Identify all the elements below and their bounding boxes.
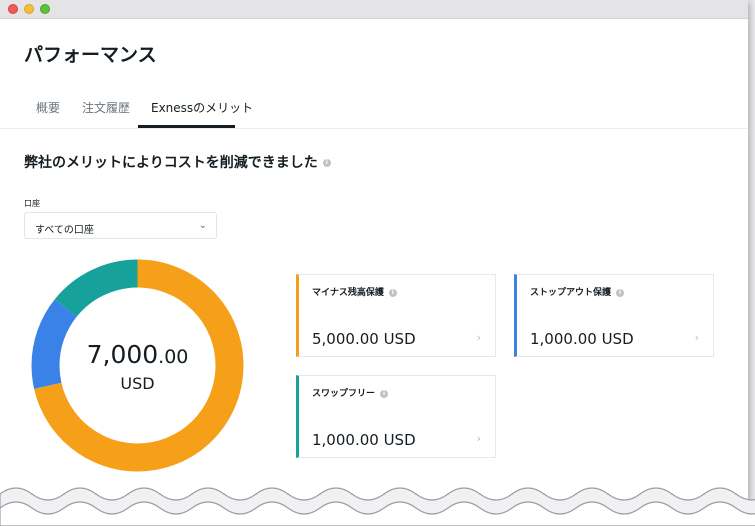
total-amount-cents: .00 — [158, 346, 189, 368]
tab-bar: 概要 注文履歴 Exnessのメリット — [0, 92, 748, 129]
card-title: ストップアウト保護 i — [530, 285, 625, 298]
close-window-button[interactable] — [8, 4, 18, 14]
app-window: パフォーマンス 概要 注文履歴 Exnessのメリット 弊社のメリットによりコス… — [0, 0, 748, 526]
torn-edge-decoration — [0, 487, 755, 526]
tab-order-history[interactable]: 注文履歴 — [82, 99, 130, 116]
account-select-label: 口座 — [24, 199, 40, 208]
info-icon[interactable]: i — [388, 288, 397, 297]
chevron-right-icon: › — [694, 331, 699, 344]
card-value: 1,000.00 USD — [312, 431, 416, 449]
total-savings-currency: USD — [120, 374, 155, 393]
window-titlebar — [0, 0, 748, 19]
card-title-text: ストップアウト保護 — [530, 288, 612, 298]
card-value: 5,000.00 USD — [312, 330, 416, 348]
card-title-text: マイナス残高保護 — [312, 288, 384, 298]
card-title: マイナス残高保護 i — [312, 285, 397, 298]
total-savings-amount: 7,000.00 — [30, 340, 245, 369]
info-icon[interactable]: i — [322, 159, 331, 167]
card-title-text: スワップフリー — [312, 389, 376, 399]
card-title: スワップフリー i — [312, 386, 389, 399]
section-heading: 弊社のメリットによりコストを削減できました i — [24, 152, 331, 172]
chevron-down-icon: ⌄ — [198, 220, 207, 231]
card-stop-out-protection[interactable]: ストップアウト保護 i 1,000.00 USD › — [514, 274, 714, 357]
tab-overview[interactable]: 概要 — [36, 99, 60, 116]
total-amount-whole: 7,000 — [86, 340, 159, 369]
section-heading-text: 弊社のメリットによりコストを削減できました — [24, 155, 318, 171]
card-negative-balance-protection[interactable]: マイナス残高保護 i 5,000.00 USD › — [296, 274, 496, 357]
info-icon[interactable]: i — [616, 288, 625, 297]
card-swap-free[interactable]: スワップフリー i 1,000.00 USD › — [296, 375, 496, 458]
minimize-window-button[interactable] — [24, 4, 34, 14]
info-icon[interactable]: i — [380, 389, 389, 398]
page-title: パフォーマンス — [24, 44, 157, 66]
card-value: 1,000.00 USD — [530, 330, 634, 348]
active-tab-indicator — [138, 125, 235, 128]
account-select[interactable]: すべての口座 ⌄ — [24, 212, 217, 239]
chevron-right-icon: › — [476, 331, 481, 344]
chevron-right-icon: › — [476, 432, 481, 445]
maximize-window-button[interactable] — [40, 4, 50, 14]
tab-exness-benefits[interactable]: Exnessのメリット — [151, 99, 253, 116]
account-select-value: すべての口座 — [35, 225, 94, 236]
donut-center: 7,000.00 USD — [30, 258, 245, 473]
